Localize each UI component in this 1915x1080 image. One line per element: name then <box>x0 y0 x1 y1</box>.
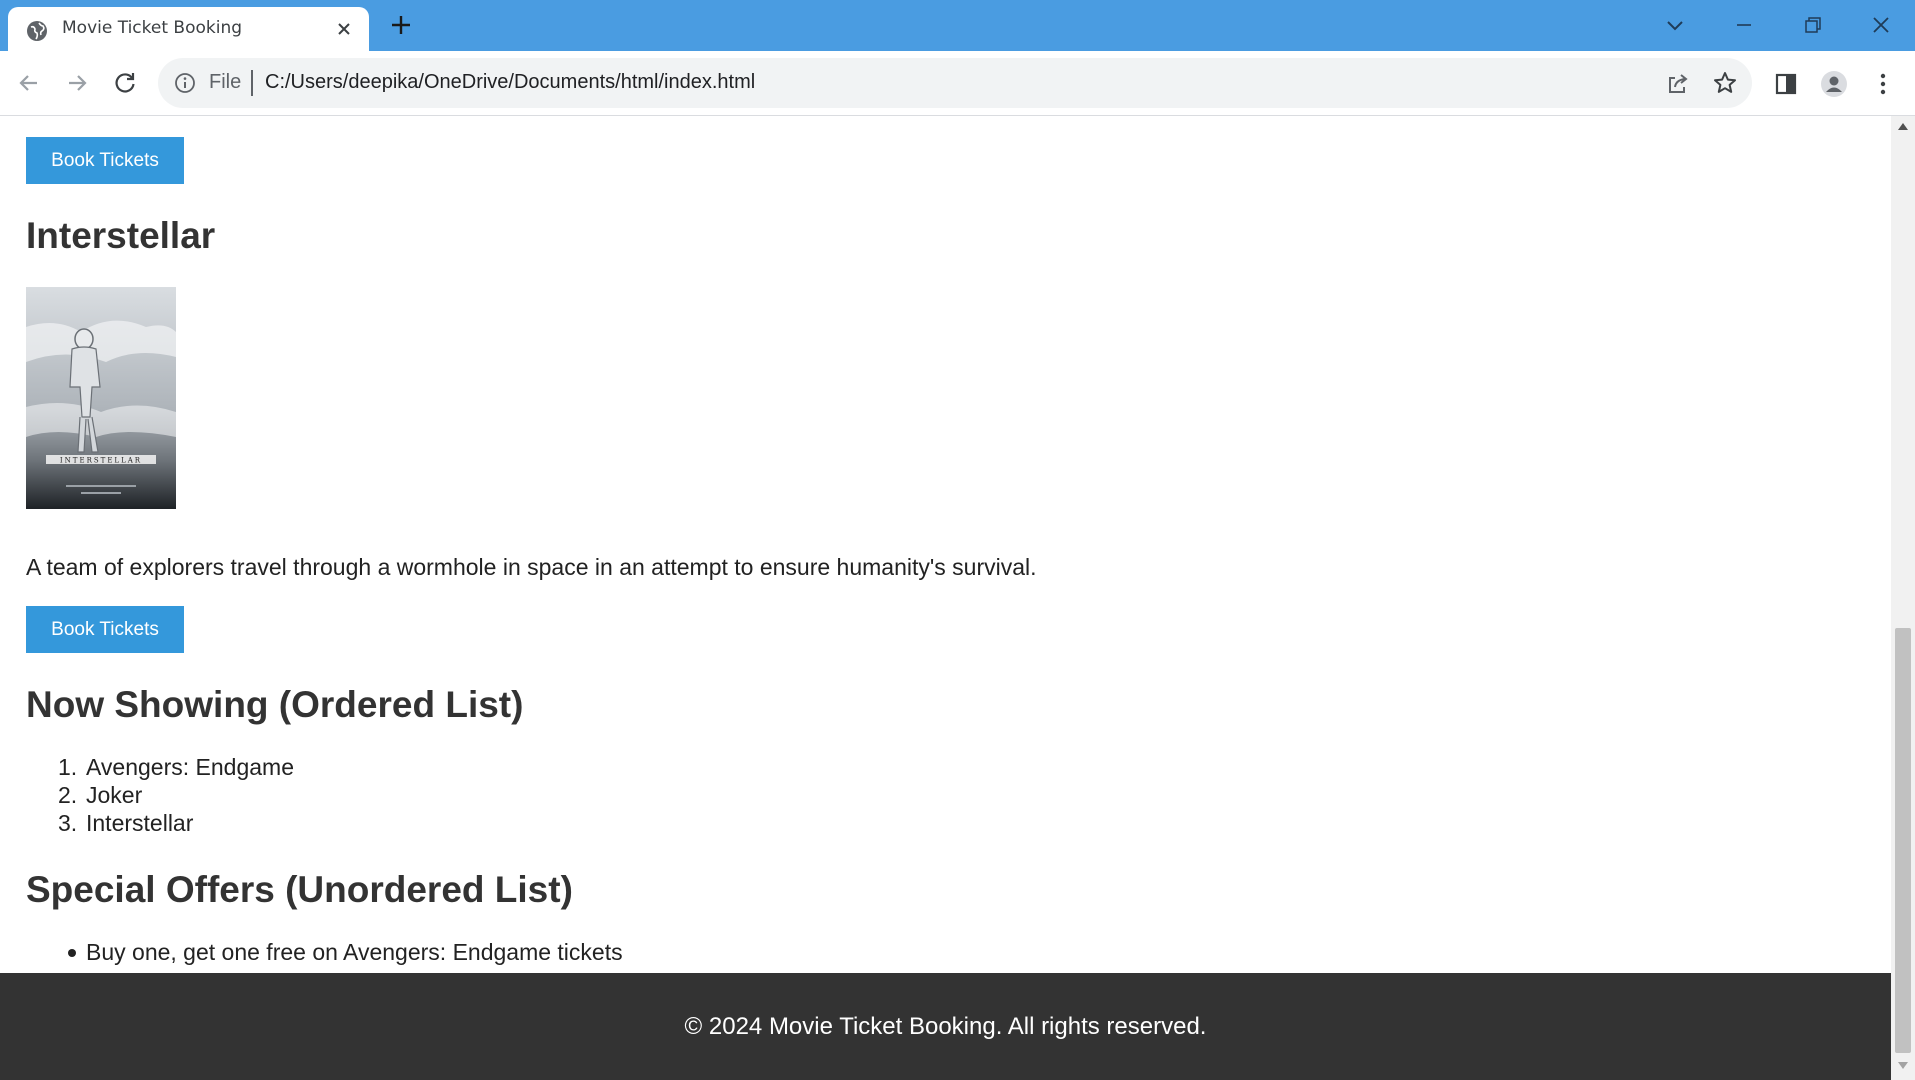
address-bar[interactable]: File C:/Users/deepika/OneDrive/Documents… <box>158 58 1752 108</box>
tab-strip: Movie Ticket Booking <box>0 0 1915 51</box>
profile-icon[interactable] <box>1820 70 1848 98</box>
forward-arrow-icon[interactable] <box>63 69 91 97</box>
reload-icon[interactable] <box>111 69 139 97</box>
kebab-menu-icon[interactable] <box>1869 70 1897 98</box>
info-icon[interactable] <box>174 72 196 94</box>
url-text[interactable]: C:/Users/deepika/OneDrive/Documents/html… <box>265 71 755 94</box>
list-item: Buy one, get one free on Avengers: Endga… <box>26 938 623 966</box>
tab-title: Movie Ticket Booking <box>62 18 243 38</box>
movie-description: A team of explorers travel through a wor… <box>26 554 1037 580</box>
scheme-label: File <box>209 71 242 93</box>
browser-tab[interactable]: Movie Ticket Booking <box>8 7 369 51</box>
close-icon[interactable] <box>334 19 354 39</box>
book-tickets-button[interactable]: Book Tickets <box>26 137 184 184</box>
list-item: 3. Interstellar <box>58 810 194 836</box>
list-item: 1. Avengers: Endgame <box>58 754 294 780</box>
now-showing-list: 1. Avengers: Endgame 2. Joker 3. Interstell… <box>26 753 294 837</box>
page-footer: © 2024 Movie Ticket Booking. All rights … <box>0 973 1891 1080</box>
vertical-scrollbar[interactable] <box>1891 116 1915 1080</box>
window-close-icon[interactable] <box>1868 12 1894 38</box>
footer-text: © 2024 Movie Ticket Booking. All rights … <box>684 1012 1207 1040</box>
side-panel-icon[interactable] <box>1772 70 1800 98</box>
movie-poster: INTERSTELLAR <box>26 287 176 509</box>
browser-toolbar: File C:/Users/deepika/OneDrive/Documents… <box>0 51 1915 116</box>
book-tickets-button-interstellar[interactable]: Book Tickets <box>26 606 184 653</box>
special-offers-list: Buy one, get one free on Avengers: Endga… <box>26 938 623 966</box>
page-viewport: Book Tickets Interstellar INTERSTELLAR A… <box>0 116 1891 1080</box>
globe-icon <box>27 21 47 41</box>
scroll-down-arrow-icon[interactable] <box>1898 1062 1908 1069</box>
list-item: 2. Joker <box>58 782 143 808</box>
scrollbar-thumb[interactable] <box>1895 628 1911 1053</box>
tab-search-chevron-icon[interactable] <box>1662 12 1688 38</box>
minimize-icon[interactable] <box>1731 12 1757 38</box>
plus-icon[interactable] <box>389 13 413 37</box>
now-showing-heading: Now Showing (Ordered List) <box>26 684 524 725</box>
bullet-icon <box>68 949 76 957</box>
special-offers-heading: Special Offers (Unordered List) <box>26 869 573 910</box>
poster-title-text: INTERSTELLAR <box>60 457 142 465</box>
star-icon[interactable] <box>1712 70 1738 96</box>
movie-title: Interstellar <box>26 215 216 256</box>
divider <box>251 70 253 96</box>
restore-icon[interactable] <box>1800 12 1826 38</box>
share-icon[interactable] <box>1665 70 1691 96</box>
scroll-up-arrow-icon[interactable] <box>1898 123 1908 130</box>
back-arrow-icon[interactable] <box>15 69 43 97</box>
